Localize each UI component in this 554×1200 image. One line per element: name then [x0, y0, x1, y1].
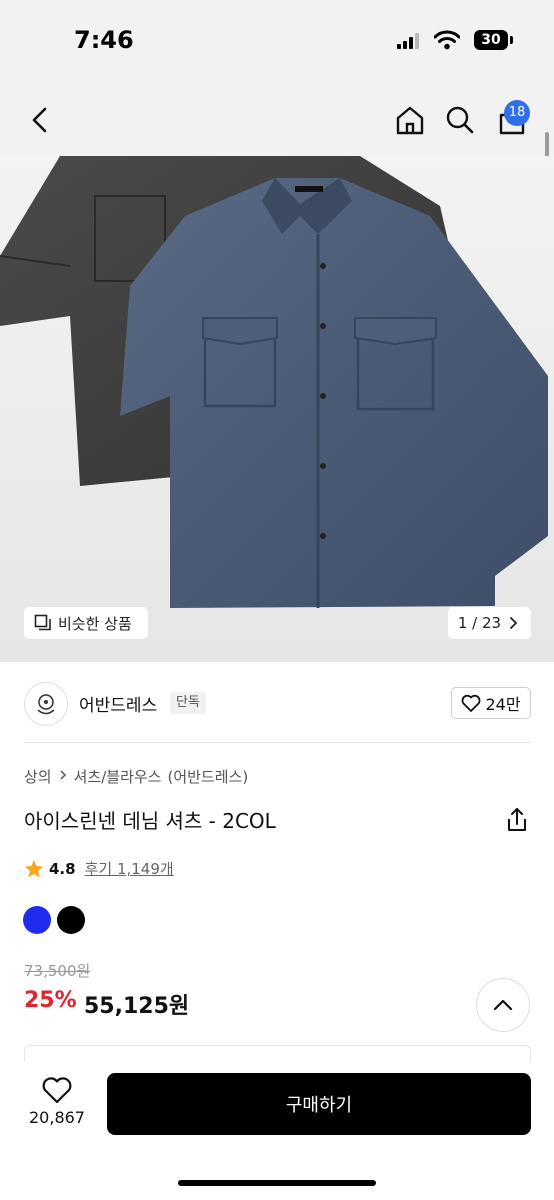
home-indicator: [178, 1180, 376, 1186]
share-icon[interactable]: [504, 806, 530, 834]
rating-row: 4.8 후기 1,149개: [24, 858, 174, 879]
chevron-right-icon: [510, 617, 518, 629]
battery-tip: [510, 36, 513, 44]
image-counter: 1 / 23: [457, 614, 502, 632]
breadcrumb-item-top[interactable]: 상의: [24, 766, 52, 787]
status-bar: 7:46 30: [0, 0, 554, 86]
breadcrumb-item-brand[interactable]: (어반드레스): [167, 766, 248, 787]
home-icon: [396, 106, 424, 135]
similar-products-button[interactable]: 비슷한 상품: [24, 607, 148, 639]
brand-like-button[interactable]: 24만: [451, 687, 531, 719]
chevron-right-icon: [60, 770, 66, 780]
product-image[interactable]: [0, 156, 554, 662]
brand-logo[interactable]: [24, 682, 68, 726]
color-swatch-black[interactable]: [57, 906, 85, 934]
heart-icon: [462, 694, 481, 712]
chevron-left-icon: [32, 107, 47, 133]
star-icon: [25, 859, 43, 877]
divider: [24, 742, 531, 743]
similar-products-icon: [34, 614, 51, 631]
rating-score: 4.8: [49, 859, 76, 878]
discount-rate: 25%: [24, 988, 77, 1013]
home-button[interactable]: [390, 100, 430, 140]
brand-like-count: 24만: [485, 695, 521, 714]
wifi-icon: [434, 30, 460, 50]
exclusive-badge: 단독: [170, 692, 206, 714]
back-button[interactable]: [20, 100, 60, 140]
breadcrumb: 상의 셔츠/블라우스 (어반드레스): [24, 766, 248, 787]
wishlist-count: 20,867: [29, 1108, 85, 1127]
search-button[interactable]: [440, 100, 480, 140]
image-counter-button[interactable]: 1 / 23: [448, 607, 531, 639]
battery-indicator: 30: [474, 30, 508, 50]
nav-header: [0, 86, 554, 156]
sale-price: 55,125원: [84, 994, 190, 1019]
chevron-up-icon: [493, 999, 513, 1011]
similar-products-label: 비슷한 상품: [58, 614, 132, 633]
status-time: 7:46: [74, 26, 134, 54]
brand-logo-emblem: [37, 694, 55, 715]
color-swatch-blue[interactable]: [23, 906, 51, 934]
product-title: 아이스린넨 데님 셔츠 - 2COL: [24, 809, 276, 833]
search-icon: [446, 106, 474, 134]
cart-count-badge: 18: [504, 100, 530, 126]
breadcrumb-item-shirts[interactable]: 셔츠/블라우스: [74, 766, 162, 787]
wishlist-heart-icon[interactable]: [41, 1076, 73, 1104]
brand-name[interactable]: 어반드레스: [79, 691, 157, 716]
buy-button[interactable]: 구매하기: [107, 1073, 531, 1135]
review-link[interactable]: 후기 1,149개: [85, 858, 174, 879]
denim-shirt-image: [0, 156, 554, 662]
signal-icon: [397, 33, 421, 49]
original-price: 73,500원: [24, 962, 91, 980]
scroll-to-top-button[interactable]: [476, 978, 530, 1032]
